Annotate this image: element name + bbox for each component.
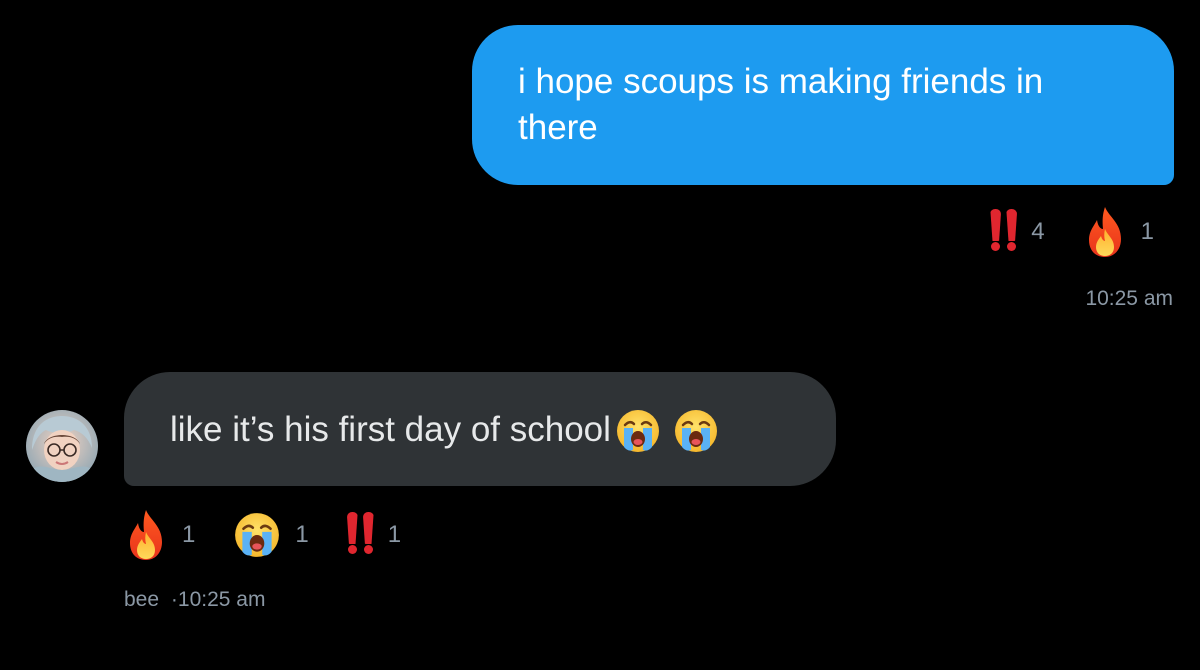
meta-separator: · (170, 588, 178, 611)
avatar-image (26, 410, 98, 482)
received-message-bubble[interactable]: like it’s his first day of school (124, 372, 836, 486)
received-message-text: like it’s his first day of school (170, 410, 611, 449)
double-exclamation-icon (990, 205, 1017, 259)
avatar[interactable] (26, 410, 98, 482)
fire-icon (130, 510, 162, 560)
reaction-fire[interactable]: 1 (124, 508, 195, 562)
sent-message-timestamp: 10:25 am (1085, 287, 1173, 310)
reaction-count: 1 (182, 521, 196, 548)
loudly-crying-face-icon (235, 513, 280, 557)
loudly-crying-face-icon (674, 410, 717, 452)
reaction-double-exclamation[interactable]: 1 (347, 508, 401, 562)
received-message-reactions: 1 1 1 (124, 508, 401, 562)
reaction-count: 1 (387, 521, 402, 548)
reaction-double-exclamation[interactable]: 4 (990, 205, 1045, 259)
reaction-fire[interactable]: 1 (1083, 205, 1154, 259)
fire-icon (1088, 207, 1121, 257)
reaction-count: 1 (295, 521, 309, 548)
received-message-timestamp: 10:25 am (177, 588, 266, 611)
double-exclamation-icon (347, 508, 374, 562)
sent-message-bubble[interactable]: i hope scoups is making friends in there (472, 25, 1174, 185)
sent-message-reactions: 4 1 (990, 205, 1154, 259)
reaction-count: 4 (1031, 218, 1045, 245)
reaction-loudly-crying-face[interactable]: 1 (233, 511, 309, 559)
received-message-meta: bee ·10:25 am (124, 588, 265, 612)
reaction-count: 1 (1140, 218, 1154, 245)
sender-name[interactable]: bee (124, 588, 159, 611)
sent-message-text: i hope scoups is making friends in there (518, 62, 1044, 147)
loudly-crying-face-icon (616, 410, 659, 452)
